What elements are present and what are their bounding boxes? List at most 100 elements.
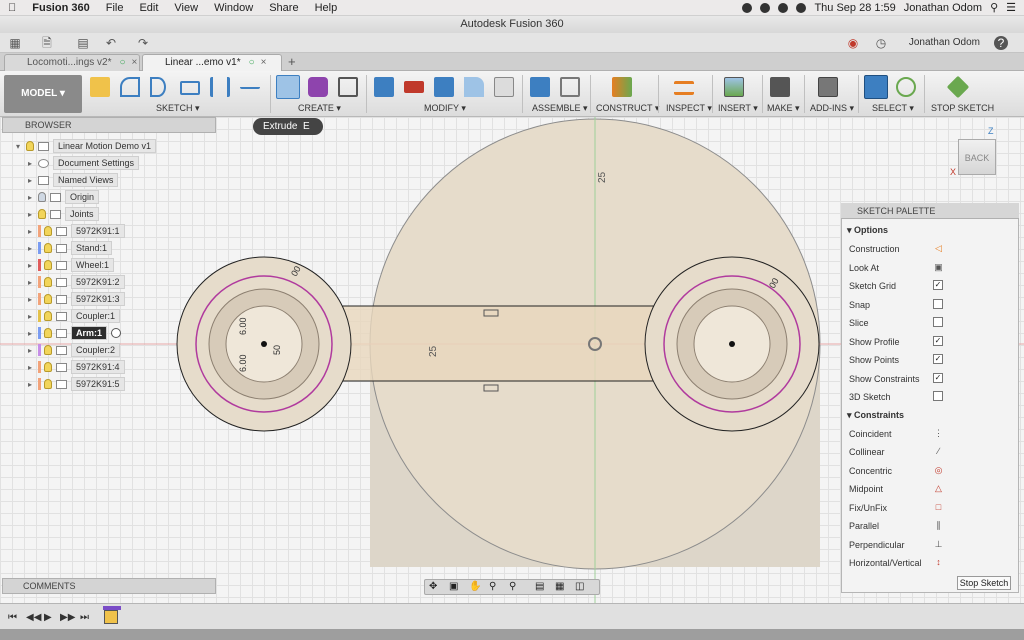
workspace-switcher[interactable]: MODEL ▾ <box>4 75 82 113</box>
create-group-label[interactable]: CREATE ▾ <box>298 103 341 114</box>
close-icon[interactable]: × <box>132 57 138 68</box>
menu-window[interactable]: Window <box>206 2 261 14</box>
expand-icon[interactable]: ▸ <box>28 210 38 219</box>
expand-icon[interactable]: ▸ <box>28 363 38 372</box>
apple-icon[interactable]:  <box>0 2 24 14</box>
parallel-icon[interactable]: ∥ <box>933 520 944 531</box>
menu-share[interactable]: Share <box>261 2 306 14</box>
expand-icon[interactable]: ▸ <box>28 295 38 304</box>
dim-6-00-b[interactable]: 6.00 <box>238 317 248 335</box>
timeline-marker[interactable] <box>103 606 121 610</box>
item-label[interactable]: 5972K91:5 <box>71 377 125 391</box>
midpoint-icon[interactable]: △ <box>933 483 944 494</box>
status-icon[interactable] <box>778 2 789 13</box>
shell-icon[interactable] <box>494 77 514 97</box>
browser-item-joints[interactable]: ▸ Joints <box>28 206 99 222</box>
go-to-end-icon[interactable]: ⏭ <box>80 612 89 623</box>
insert-group-label[interactable]: INSERT ▾ <box>718 103 758 114</box>
browser-item-component[interactable]: ▸ Coupler:2 <box>28 342 121 358</box>
select-icon[interactable] <box>864 75 888 99</box>
menu-view[interactable]: View <box>166 2 206 14</box>
extrude-icon[interactable] <box>276 75 300 99</box>
dim-25-top[interactable]: 25 <box>597 171 608 183</box>
combine-icon[interactable] <box>434 77 454 97</box>
visibility-icon[interactable] <box>38 192 46 202</box>
line-icon[interactable] <box>240 77 260 89</box>
dim-25-left[interactable]: 25 <box>428 345 439 357</box>
3d-print-icon[interactable] <box>770 77 790 97</box>
browser-item-component[interactable]: ▸ 5972K91:5 <box>28 376 125 392</box>
pan-icon[interactable]: ✋ <box>469 581 481 592</box>
box-grid-icon[interactable] <box>308 77 328 97</box>
fillet-icon[interactable] <box>464 77 484 97</box>
item-label[interactable]: Coupler:1 <box>71 309 121 323</box>
status-icon[interactable] <box>742 2 753 13</box>
fit-icon[interactable]: ⚲ <box>509 581 516 592</box>
comments-panel[interactable]: COMMENTS <box>2 578 216 594</box>
browser-item-component[interactable]: ▸ 5972K91:1 <box>28 223 125 239</box>
new-tab-icon[interactable]: + <box>288 54 296 69</box>
list-icon[interactable]: ☰ <box>1006 1 1016 14</box>
browser-item-named-views[interactable]: ▸ Named Views <box>28 172 119 188</box>
arc-icon[interactable] <box>120 77 140 97</box>
menu-help[interactable]: Help <box>307 2 346 14</box>
expand-icon[interactable]: ▸ <box>28 176 38 185</box>
browser-item-component[interactable]: ▸ Coupler:1 <box>28 308 121 324</box>
sketch-group-label[interactable]: SKETCH ▾ <box>156 103 200 114</box>
form-icon[interactable] <box>338 77 358 97</box>
go-to-start-icon[interactable]: ⏮ <box>8 612 17 623</box>
viewcube[interactable]: BACK <box>958 139 996 175</box>
menubar-user[interactable]: Jonathan Odom <box>904 2 982 14</box>
help-icon[interactable]: ? <box>994 36 1008 50</box>
root-label[interactable]: Linear Motion Demo v1 <box>53 139 157 153</box>
tab-locomotion[interactable]: Locomoti...ings v2* ○ × <box>4 54 140 71</box>
expand-icon[interactable]: ▸ <box>28 227 38 236</box>
expand-icon[interactable]: ▸ <box>28 380 38 389</box>
visibility-icon[interactable] <box>44 328 52 338</box>
tab-linear-motion[interactable]: Linear ...emo v1* ○ × <box>142 54 282 71</box>
clock[interactable]: Thu Sep 28 1:59 <box>814 2 895 14</box>
stop-sketch-button[interactable]: Stop Sketch <box>957 576 1011 590</box>
item-label[interactable]: Document Settings <box>53 156 140 170</box>
sketch-palette-header[interactable]: SKETCH PALETTE <box>841 203 1019 219</box>
user-menu[interactable]: Jonathan Odom <box>909 37 980 48</box>
stop-sketch-icon[interactable] <box>946 75 970 99</box>
expand-icon[interactable]: ▸ <box>28 193 38 202</box>
browser-item-document-settings[interactable]: ▸ Document Settings <box>28 155 140 171</box>
menu-edit[interactable]: Edit <box>131 2 166 14</box>
left-center-point[interactable] <box>261 341 267 347</box>
joint-icon[interactable] <box>560 77 580 97</box>
dim-6-00-a[interactable]: 6.00 <box>238 354 248 372</box>
expand-icon[interactable]: ▸ <box>28 312 38 321</box>
options-section-header[interactable]: ▾ Options <box>847 225 888 236</box>
inspect-group-label[interactable]: INSPECT ▾ <box>666 103 712 114</box>
mirror-icon[interactable] <box>210 77 230 97</box>
play-icon[interactable]: ▶ <box>44 612 52 623</box>
item-label[interactable]: Named Views <box>53 173 119 187</box>
expand-icon[interactable]: ▸ <box>28 261 38 270</box>
visibility-icon[interactable] <box>44 226 52 236</box>
viewports-icon[interactable]: ◫ <box>575 581 584 592</box>
offset-icon[interactable] <box>150 77 166 97</box>
browser-item-component[interactable]: ▸ 5972K91:4 <box>28 359 125 375</box>
look-at-icon[interactable]: ▣ <box>449 581 458 592</box>
browser-item-origin[interactable]: ▸ Origin <box>28 189 100 205</box>
dim-50[interactable]: 50 <box>272 345 282 355</box>
item-label[interactable]: 5972K91:4 <box>71 360 125 374</box>
item-label[interactable]: 5972K91:1 <box>71 224 125 238</box>
orbit-icon[interactable]: ✥ <box>429 581 437 592</box>
item-label[interactable]: Joints <box>65 207 99 221</box>
visibility-icon[interactable] <box>44 260 52 270</box>
browser-item-component[interactable]: ▸ 5972K91:2 <box>28 274 125 290</box>
item-label[interactable]: Origin <box>65 190 100 204</box>
lock-icon[interactable]: □ <box>933 502 944 513</box>
modify-group-label[interactable]: MODIFY ▾ <box>424 103 466 114</box>
wifi-icon[interactable] <box>796 2 807 13</box>
visibility-icon[interactable] <box>26 141 34 151</box>
close-icon[interactable]: × <box>261 57 267 68</box>
visibility-icon[interactable] <box>44 294 52 304</box>
construction-icon[interactable]: ◁ <box>933 243 944 254</box>
construct-group-label[interactable]: CONSTRUCT ▾ <box>596 103 659 114</box>
show-constraints-checkbox[interactable]: ✓ <box>933 373 943 383</box>
display-settings-icon[interactable]: ▤ <box>535 581 544 592</box>
